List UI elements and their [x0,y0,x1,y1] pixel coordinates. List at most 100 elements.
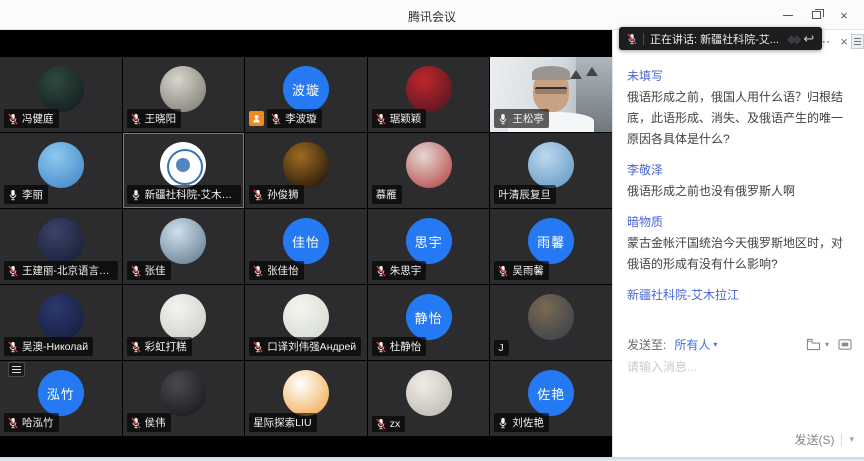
message-text: 俄语形成之前也没有俄罗斯人啊 [627,181,854,202]
speaking-toast: 正在讲话: 新疆社科院-艾... ◆◆ ↩ [619,27,822,50]
avatar [283,294,329,340]
participant-tile[interactable]: J [490,285,612,360]
send-button[interactable]: 发送(S) [794,431,834,448]
name-bar: 琚颖颖 [372,109,427,128]
participant-tile[interactable]: 波璇 李波璇 [245,57,367,132]
meeting-main-area: 冯健庭 [0,30,864,457]
participant-tile[interactable]: 王建丽-北京语言大学 [0,209,122,284]
participant-tile[interactable]: 侯伟 [123,361,245,436]
mic-icon [8,265,18,277]
avatar [160,370,206,416]
name-bar: 孙俊狮 [249,185,304,204]
reply-arrow-icon[interactable]: ↩ [803,32,814,45]
minimize-button[interactable] [774,0,802,30]
name-bar: 叶清辰复旦 [494,185,556,204]
name-bar: 刘佐艳 [494,413,549,432]
speaking-toast-label: 正在讲话: 新疆社科院-艾... [650,31,779,47]
participant-tile[interactable]: zx [368,361,490,436]
mic-icon [8,417,18,429]
participant-tile[interactable]: 孙俊狮 [245,133,367,208]
participant-name: 王建丽-北京语言大学 [22,263,113,278]
mic-icon [271,113,281,125]
name-bar: 王晓阳 [127,109,182,128]
mic-icon [376,265,386,277]
name-bar: 李丽 [4,185,48,204]
name-bar: 李波璇 [249,109,322,128]
title-bar: 腾讯会议 × [0,0,864,30]
avatar [38,294,84,340]
chat-message-list[interactable]: 未填写 俄语形成之前，俄国人用什么语？归根结底，此语形成、消失、及俄语产生的唯一… [627,56,854,302]
participant-tile[interactable]: 叶清辰复旦 [490,133,612,208]
name-bar: 侯伟 [127,413,171,432]
name-bar: 吴澳-Николай [4,337,93,356]
chevron-down-icon[interactable]: ▾ [713,340,717,349]
participant-tile[interactable]: 琚颖颖 [368,57,490,132]
screenshot-icon[interactable] [838,338,852,351]
close-button[interactable]: × [830,0,858,30]
participant-tile[interactable]: 佐艳 刘佐艳 [490,361,612,436]
mic-icon [253,265,263,277]
participant-tile[interactable]: 口译刘伟强Андрей [245,285,367,360]
participant-name: 琚颖颖 [390,111,422,126]
participant-tile[interactable]: 雨馨 吴雨馨 [490,209,612,284]
participant-tile[interactable]: 张佳 [123,209,245,284]
chat-panel: 正在讲话: 新疆社科院-艾... ◆◆ ↩ ⋯ × 未填写 俄语形成之前，俄国人… [612,30,864,457]
participant-tile[interactable]: 冯健庭 [0,57,122,132]
participant-name: 吴澳-Николай [22,339,88,354]
mic-icon [498,417,508,429]
name-bar: 哈泓竹 [4,413,59,432]
avatar [406,142,452,188]
participant-tile[interactable]: 佳怡 张佳怡 [245,209,367,284]
mic-icon [8,113,18,125]
maximize-button[interactable] [802,0,830,30]
avatar: 思宇 [406,218,452,264]
chevron-down-icon[interactable]: ▾ [825,340,829,349]
participant-tile[interactable]: 思宇 朱思宇 [368,209,490,284]
layout-toggle-icon[interactable] [8,362,25,377]
file-folder-icon[interactable] [806,338,821,351]
avatar [160,142,206,188]
avatar [406,66,452,112]
participant-tile[interactable]: 王晓阳 [123,57,245,132]
participant-tile[interactable]: 星际探索LIU [245,361,367,436]
mic-icon [8,341,18,353]
participant-name: 叶清辰复旦 [498,187,551,202]
send-options-chevron-icon[interactable]: ▾ [849,434,854,445]
participant-tile[interactable]: 新疆社科院-艾木拉江 [123,133,245,208]
mic-icon [376,113,386,125]
participant-tile[interactable]: 静怡 杜静怡 [368,285,490,360]
participant-name: 慕雁 [376,187,397,202]
name-bar: 星际探索LIU [249,413,316,432]
participant-tile[interactable]: 慕雁 [368,133,490,208]
name-bar: 王建丽-北京语言大学 [4,261,118,280]
avatar: 佳怡 [283,218,329,264]
send-to-select[interactable]: 所有人 [674,336,710,353]
chat-tool-icons: ▾ [806,338,852,351]
avatar [38,142,84,188]
sidebar-menu-icon[interactable] [851,34,864,49]
chat-close-icon[interactable]: × [840,34,848,50]
participant-tile[interactable]: 王松亭 [490,57,612,132]
participant-tile[interactable]: 彩虹打糕 [123,285,245,360]
mic-icon [498,113,508,125]
participant-name: 侯伟 [145,415,166,430]
participant-name: 刘佐艳 [512,415,544,430]
name-bar: 张佳 [127,261,171,280]
avatar: 雨馨 [528,218,574,264]
window-controls: × [774,0,858,30]
chat-message: 李敬泽 俄语形成之前也没有俄罗斯人啊 [627,161,854,202]
participant-tile[interactable]: 李丽 [0,133,122,208]
mic-icon [8,189,18,201]
sender-name: 李敬泽 [627,161,854,178]
name-bar: 慕雁 [372,185,402,204]
mic-icon [498,265,508,277]
participant-name: 彩虹打糕 [145,339,187,354]
participant-tile[interactable]: 吴澳-Николай [0,285,122,360]
toast-divider [643,33,644,45]
name-bar: 新疆社科院-艾木拉江 [127,185,241,204]
avatar [160,218,206,264]
avatar [38,218,84,264]
participant-name: 李丽 [22,187,43,202]
message-input[interactable]: 请输入消息... [627,358,850,375]
avatar [38,66,84,112]
